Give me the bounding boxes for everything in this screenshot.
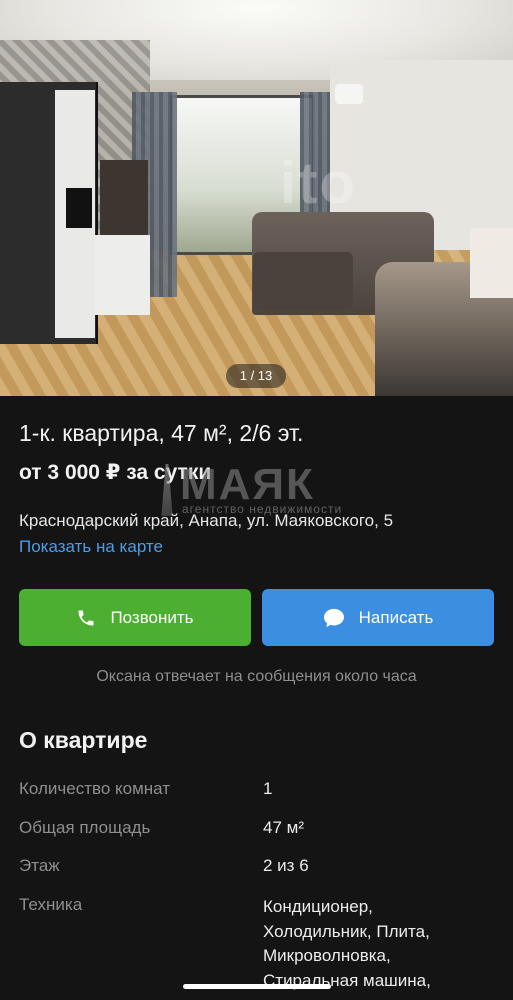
appliance-item: Холодильник, Плита, [263,921,430,941]
param-label-appliances: Техника [19,895,83,914]
param-label-rooms: Количество комнат [19,779,171,798]
photo-tv [66,188,92,228]
call-button[interactable]: Позвонить [19,589,251,646]
about-section-title: О квартире [19,727,148,753]
call-button-label: Позвонить [110,607,194,627]
photo-counter: 1 / 13 [226,364,286,388]
chat-bubble-icon [323,608,344,627]
param-value-rooms: 1 [263,779,273,798]
param-label-area: Общая площадь [19,818,151,837]
appliance-item: Стиральная машина, [263,970,431,990]
home-indicator[interactable] [183,984,331,989]
param-value-floor: 2 из 6 [263,856,309,875]
param-value-appliances: Кондиционер, Холодильник, Плита, Микрово… [263,895,431,993]
photo-sofa-seat [253,252,353,310]
phone-icon [78,610,94,625]
listing-photo[interactable]: ito 1 / 13 [0,0,513,396]
photo-watermark: ito [280,151,357,216]
param-value-area: 47 м² [263,818,304,837]
listing-address: Краснодарский край, Анапа, ул. Маяковско… [19,511,394,530]
message-button[interactable]: Написать [262,589,494,646]
listing-price: от 3 000 ₽ за сутки [19,461,212,484]
seller-response-note: Оксана отвечает на сообщения около часа [96,668,417,685]
appliance-item: Микроволновка, [263,946,391,965]
photo-air-conditioner [335,84,363,104]
appliance-item: Кондиционер, [263,897,373,916]
param-label-floor: Этаж [19,856,60,875]
message-button-label: Написать [358,607,434,627]
listing-title: 1-к. квартира, 47 м², 2/6 эт. [19,420,304,446]
show-on-map-link[interactable]: Показать на карте [19,537,163,557]
photo-shelf [100,160,148,240]
photo-bag [470,228,513,298]
photo-tv-stand [95,235,150,315]
